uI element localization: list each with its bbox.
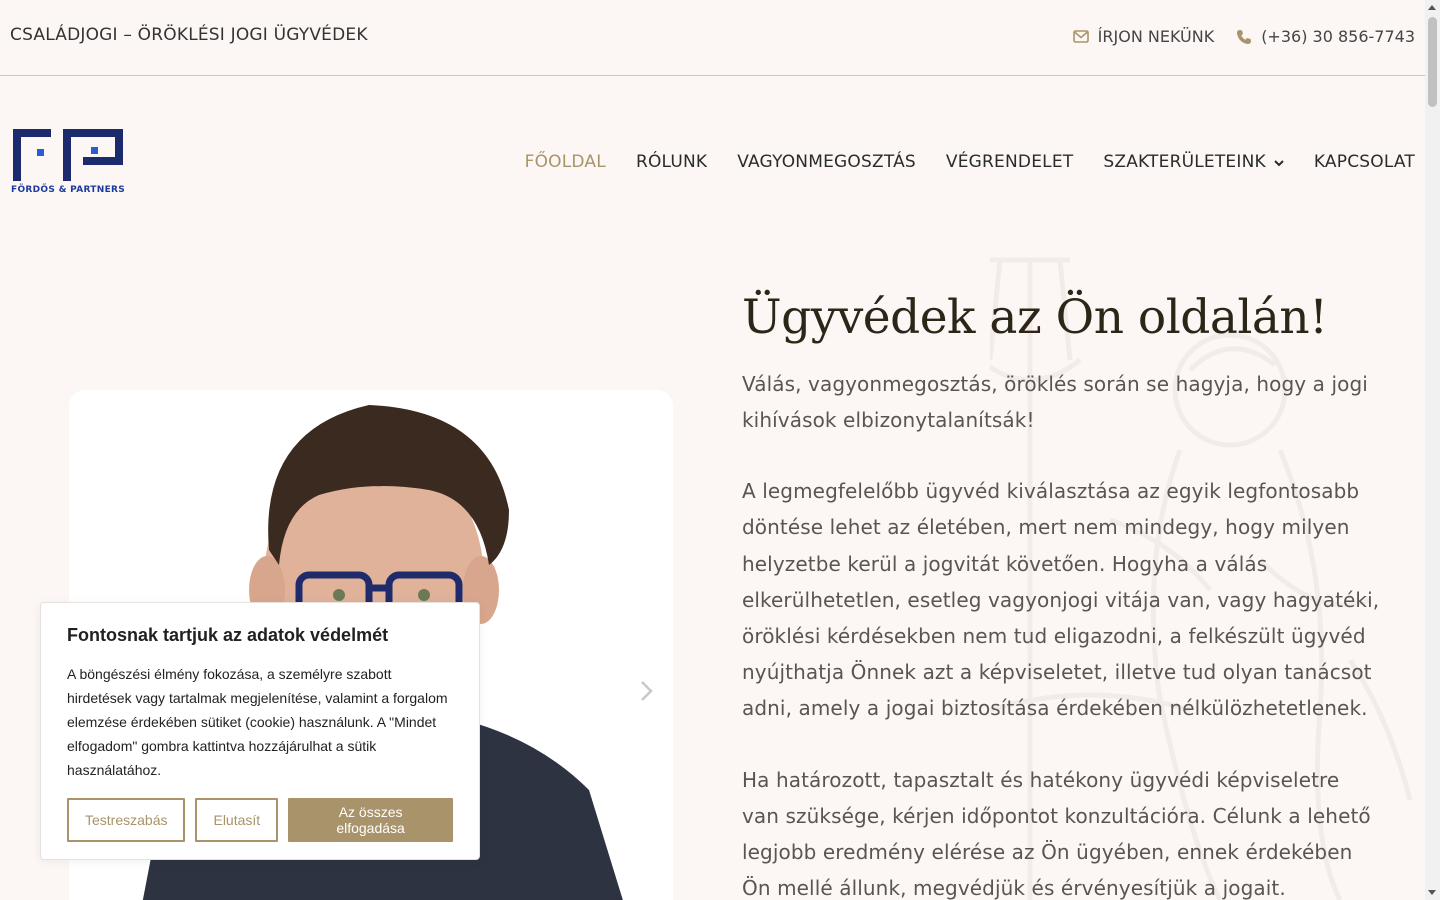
hero-intro: Válás, vagyonmegosztás, öröklés során se… <box>742 371 1368 432</box>
cookie-consent-banner: Fontosnak tartjuk az adatok védelmét A b… <box>40 602 480 860</box>
phone-icon <box>1236 29 1252 45</box>
envelope-icon <box>1072 30 1089 43</box>
scroll-up-arrow-icon[interactable] <box>1428 5 1436 10</box>
phone-label: (+36) 30 856-7743 <box>1261 27 1415 46</box>
cookie-accept-all-button[interactable]: Az összes elfogadása <box>288 798 453 842</box>
chevron-down-icon <box>1274 152 1284 172</box>
nav-item-will[interactable]: VÉGRENDELET <box>946 152 1073 172</box>
nav-item-contact[interactable]: KAPCSOLAT <box>1314 152 1415 172</box>
nav-item-property-division[interactable]: VAGYONMEGOSZTÁS <box>737 152 916 172</box>
site-logo[interactable]: FÖRDŐS & PARTNERS <box>11 125 126 197</box>
scroll-down-arrow-icon[interactable] <box>1428 890 1436 895</box>
top-contacts: ÍRJON NEKÜNK (+36) 30 856-7743 <box>1072 27 1415 46</box>
logo-text: FÖRDŐS & PARTNERS <box>11 185 126 195</box>
email-link[interactable]: ÍRJON NEKÜNK <box>1072 27 1215 46</box>
cookie-buttons: Testreszabás Elutasít Az összes elfogadá… <box>67 798 453 842</box>
main-navigation: FŐOLDAL RÓLUNK VAGYONMEGOSZTÁS VÉGRENDEL… <box>525 152 1415 172</box>
hero-title: Ügyvédek az Ön oldalán! <box>742 290 1328 345</box>
nav-item-about[interactable]: RÓLUNK <box>636 152 707 172</box>
scrollbar-thumb[interactable] <box>1428 17 1437 107</box>
site-tagline: CSALÁDJOGI – ÖRÖKLÉSI JOGI ÜGYVÉDEK <box>10 24 368 45</box>
page-scrollbar[interactable] <box>1425 0 1440 900</box>
phone-link[interactable]: (+36) 30 856-7743 <box>1236 27 1415 46</box>
chevron-right-icon[interactable] <box>640 680 654 707</box>
cookie-title: Fontosnak tartjuk az adatok védelmét <box>67 625 389 645</box>
nav-item-practice-areas[interactable]: SZAKTERÜLETEINK <box>1103 152 1284 172</box>
nav-item-practice-areas-label: SZAKTERÜLETEINK <box>1103 152 1266 172</box>
nav-item-home[interactable]: FŐOLDAL <box>525 152 606 172</box>
hero-section: Ügyvédek az Ön oldalán! Válás, vagyonmeg… <box>742 292 1382 900</box>
hero-paragraph-3: Ha határozott, tapasztalt és hatékony üg… <box>742 767 1371 900</box>
cookie-reject-button[interactable]: Elutasít <box>195 798 279 842</box>
top-bar: CSALÁDJOGI – ÖRÖKLÉSI JOGI ÜGYVÉDEK ÍRJO… <box>0 0 1425 76</box>
cookie-customize-button[interactable]: Testreszabás <box>67 798 186 842</box>
hero-paragraph-2: A legmegfelelőbb ügyvéd kiválasztása az … <box>742 479 1380 721</box>
cookie-text: A böngészési élmény fokozása, a személyr… <box>67 666 448 778</box>
email-label: ÍRJON NEKÜNK <box>1097 27 1215 46</box>
